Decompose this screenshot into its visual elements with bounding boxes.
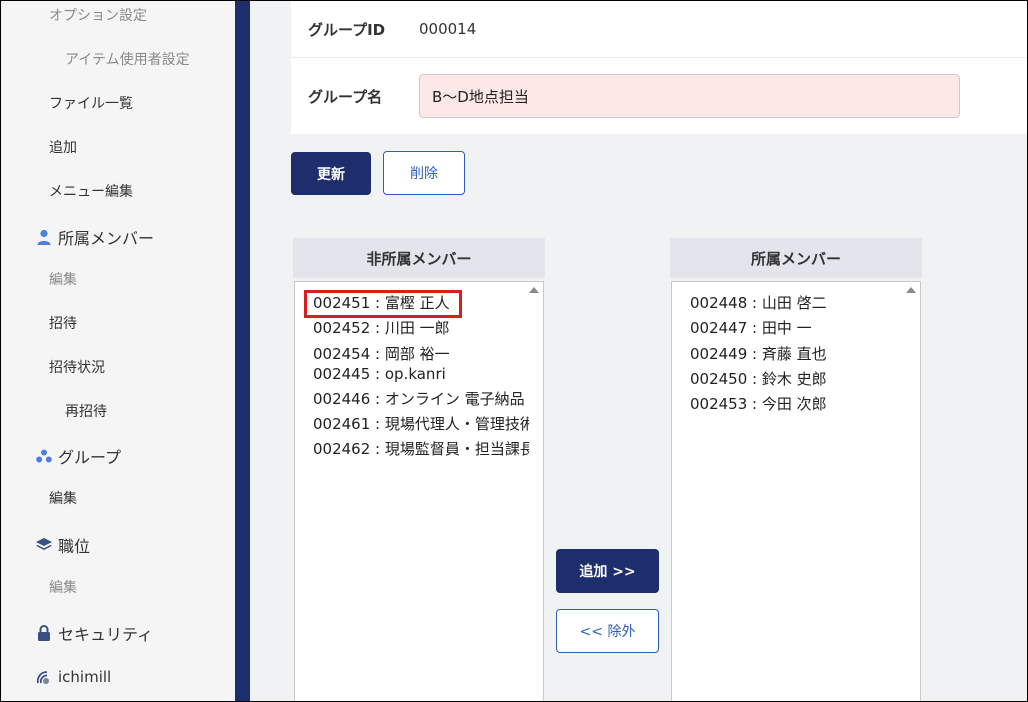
list-item[interactable]: 002462 : 現場監督員・担当課長 (313, 439, 529, 459)
group-form: グループID 000014 グループ名 (291, 1, 1027, 134)
main-content: グループID 000014 グループ名 更新 削除 非所属メンバー 所属メンバー… (250, 1, 1027, 701)
sidebar-item-label: 職位 (58, 537, 91, 556)
sidebar-divider (235, 1, 250, 701)
sidebar-item-group-edit[interactable]: 編集 (2, 478, 235, 518)
group-name-input[interactable] (419, 74, 960, 118)
sidebar-item-label: グループ (58, 448, 122, 467)
sidebar-item-option-settings[interactable]: オプション設定 (2, 1, 235, 35)
sidebar-item-label: 編集 (49, 272, 77, 288)
sidebar-item-position-edit[interactable]: 編集 (2, 567, 235, 607)
sidebar-item-label: 再招待 (65, 404, 107, 420)
app-window: オプション設定 アイテム使用者設定 ファイル一覧 追加 メニュー編集 所属メンバ… (0, 0, 1028, 702)
sidebar-item-menu-edit[interactable]: メニュー編集 (2, 171, 235, 211)
sidebar-item-add[interactable]: 追加 (2, 127, 235, 167)
delete-button[interactable]: 削除 (383, 151, 465, 195)
non-members-header: 非所属メンバー (293, 238, 545, 278)
non-members-listbox[interactable]: 002451 : 富樫 正人 002452 : 川田 一郎 002454 : 岡… (294, 281, 544, 701)
sidebar-item-reinvite[interactable]: 再招待 (2, 391, 235, 431)
list-item[interactable]: 002449 : 斉藤 直也 (690, 344, 906, 364)
sidebar-item-members-edit[interactable]: 編集 (2, 259, 235, 299)
list-item[interactable]: 002450 : 鈴木 史郎 (690, 369, 906, 389)
sidebar-item-file-list[interactable]: ファイル一覧 (2, 83, 235, 123)
sidebar-section-members[interactable]: 所属メンバー (2, 217, 235, 257)
layers-icon (36, 537, 52, 553)
sidebar-item-label: アイテム使用者設定 (65, 52, 190, 68)
sidebar-section-group[interactable]: グループ (2, 436, 235, 476)
user-icon (36, 229, 52, 245)
sidebar-section-position[interactable]: 職位 (2, 525, 235, 565)
sidebar-item-invite-status[interactable]: 招待状況 (2, 347, 235, 387)
scroll-up-icon[interactable] (906, 287, 916, 293)
group-name-label: グループ名 (308, 87, 383, 106)
update-button[interactable]: 更新 (291, 152, 371, 195)
list-item[interactable]: 002447 : 田中 一 (690, 318, 906, 338)
sidebar-item-label: 所属メンバー (58, 229, 155, 248)
group-id-value: 000014 (419, 20, 477, 38)
sidebar-item-label: 追加 (49, 140, 77, 156)
list-item[interactable]: 002454 : 岡部 裕一 (313, 344, 529, 364)
remove-member-button[interactable]: << 除外 (556, 609, 659, 653)
lock-icon (36, 625, 52, 641)
list-item[interactable]: 002451 : 富樫 正人 (313, 293, 529, 313)
list-item[interactable]: 002448 : 山田 啓二 (690, 293, 906, 313)
sidebar-item-label: メニュー編集 (49, 184, 133, 200)
list-item[interactable]: 002452 : 川田 一郎 (313, 318, 529, 338)
list-item[interactable]: 002446 : オンライン 電子納品 (313, 389, 529, 409)
sidebar-item-label: ichimill (58, 668, 112, 686)
members-listbox[interactable]: 002448 : 山田 啓二 002447 : 田中 一 002449 : 斉藤… (671, 281, 921, 701)
group-name-row: グループ名 (291, 58, 1027, 134)
members-header: 所属メンバー (670, 238, 922, 278)
sidebar-section-ichimill[interactable]: ichimill (2, 657, 235, 697)
list-item[interactable]: 002461 : 現場代理人・管理技術者 (313, 414, 529, 434)
group-id-row: グループID 000014 (291, 1, 1027, 58)
satellite-icon (36, 669, 52, 685)
sidebar-item-label: セキュリティ (58, 625, 154, 644)
sidebar-item-label: ファイル一覧 (49, 96, 133, 112)
sidebar-section-security[interactable]: セキュリティ (2, 613, 235, 653)
sidebar-item-item-user-settings[interactable]: アイテム使用者設定 (2, 39, 235, 79)
scroll-up-icon[interactable] (529, 287, 539, 293)
sidebar-item-label: 招待 (49, 316, 77, 332)
sidebar: オプション設定 アイテム使用者設定 ファイル一覧 追加 メニュー編集 所属メンバ… (2, 1, 235, 701)
add-member-button[interactable]: 追加 >> (556, 549, 659, 593)
sidebar-item-invite[interactable]: 招待 (2, 303, 235, 343)
list-item[interactable]: 002453 : 今田 次郎 (690, 394, 906, 414)
group-id-label: グループID (308, 20, 386, 39)
list-item[interactable]: 002445 : op.kanri (313, 364, 529, 384)
sidebar-item-label: 招待状況 (49, 360, 105, 376)
group-icon (36, 448, 52, 464)
sidebar-item-label: 編集 (49, 491, 77, 507)
sidebar-item-label: 編集 (49, 580, 77, 596)
sidebar-item-label: オプション設定 (49, 8, 147, 24)
